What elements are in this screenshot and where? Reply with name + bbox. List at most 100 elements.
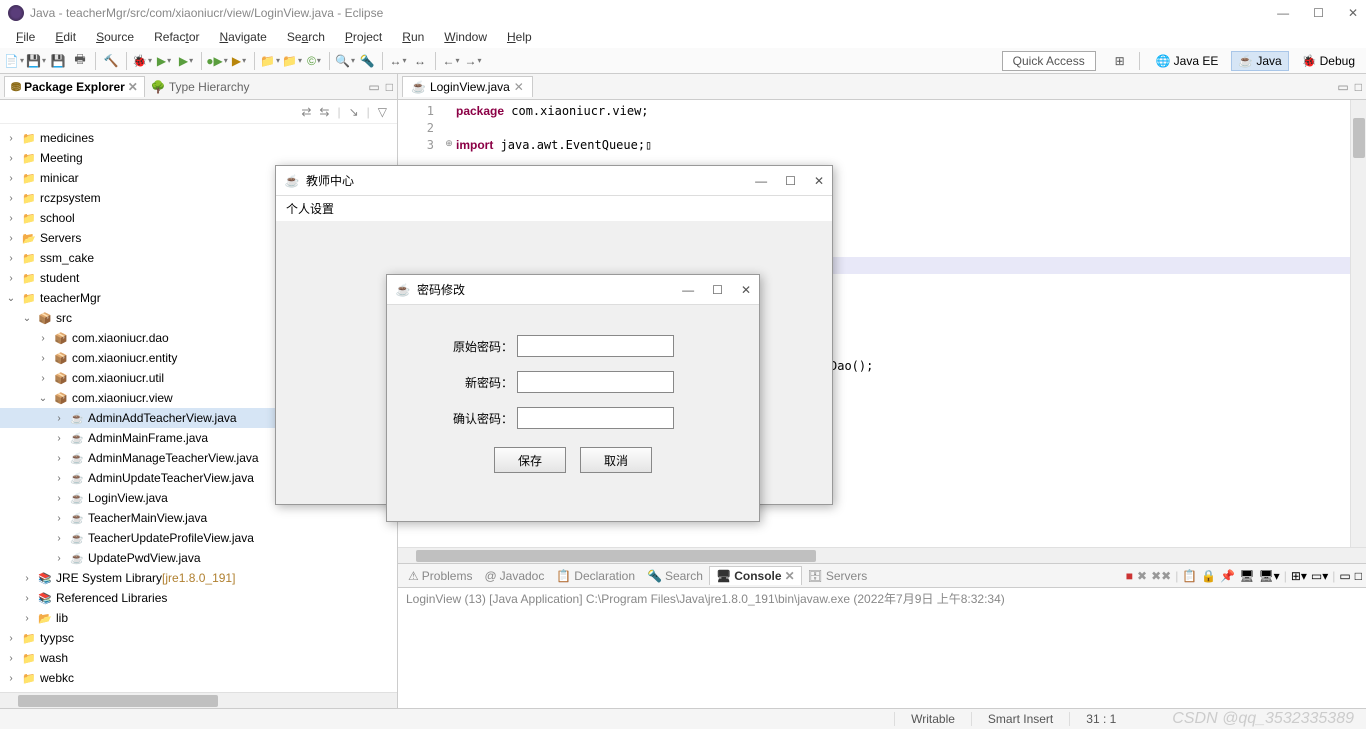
build-button[interactable]: 🔨 xyxy=(101,51,121,71)
persp-java[interactable]: ☕ Java xyxy=(1231,51,1288,71)
confirm-pwd-input[interactable] xyxy=(517,407,674,429)
persp-debug[interactable]: 🐞 Debug xyxy=(1295,51,1362,71)
tree-item[interactable]: ›📚Referenced Libraries xyxy=(0,588,397,608)
minimize-editor-icon[interactable]: ▭ xyxy=(1337,80,1348,94)
search-button[interactable]: 🔦 xyxy=(357,51,377,71)
tree-item[interactable]: ›☕UpdatePwdView.java xyxy=(0,548,397,568)
dlg2-close-icon[interactable]: ✕ xyxy=(741,283,751,297)
tab-declaration[interactable]: 📋 Declaration xyxy=(550,567,641,585)
dlg1-min-icon[interactable]: — xyxy=(755,174,767,188)
tab-search[interactable]: 🔦 Search xyxy=(641,567,709,585)
collapse-all-icon[interactable]: ⇄ xyxy=(301,105,311,119)
nav-button[interactable]: ↔ xyxy=(388,51,408,71)
new-class-button[interactable]: 📁 xyxy=(282,51,302,71)
menu-navigate[interactable]: Navigate xyxy=(211,28,274,46)
link-editor-icon[interactable]: ⇆ xyxy=(319,105,329,119)
scrollbar-v[interactable] xyxy=(1350,100,1366,547)
new-type-button[interactable]: © xyxy=(304,51,324,71)
open-console-icon[interactable]: 🖥▾ xyxy=(1258,569,1279,583)
close-tab-icon[interactable]: ✕ xyxy=(128,80,138,94)
menu-run[interactable]: Run xyxy=(394,28,432,46)
save-button[interactable]: 保存 xyxy=(494,447,566,473)
new-pkg-button[interactable]: 📁 xyxy=(260,51,280,71)
java-icon: ☕ xyxy=(284,173,300,189)
minimize-view-icon[interactable]: ▭ xyxy=(368,80,379,94)
print-button[interactable]: 🖶 xyxy=(70,51,90,71)
tab-console[interactable]: 🖥 Console ✕ xyxy=(709,566,802,585)
new-pwd-input[interactable] xyxy=(517,371,674,393)
save-all-button[interactable]: 💾 xyxy=(48,51,68,71)
remove-launch-icon[interactable]: ✖ xyxy=(1137,569,1147,583)
cancel-button[interactable]: 取消 xyxy=(580,447,652,473)
tab-package-explorer[interactable]: ⛃Package Explorer ✕ xyxy=(4,76,145,97)
tree-item[interactable]: ›📚JRE System Library [jre1.8.0_191] xyxy=(0,568,397,588)
minimize-icon[interactable]: — xyxy=(1277,6,1289,20)
menu-project[interactable]: Project xyxy=(337,28,390,46)
menu-window[interactable]: Window xyxy=(436,28,495,46)
open-type-button[interactable]: 🔍 xyxy=(335,51,355,71)
dlg2-max-icon[interactable]: ☐ xyxy=(712,283,723,297)
new-button[interactable]: 📄 xyxy=(4,51,24,71)
console-header: LoginView (13) [Java Application] C:\Pro… xyxy=(406,590,1358,607)
dlg2-min-icon[interactable]: — xyxy=(682,283,694,297)
menu-help[interactable]: Help xyxy=(499,28,540,46)
focus-icon[interactable]: ↘ xyxy=(349,105,359,119)
confirm-pwd-label: 确认密码： xyxy=(427,410,517,427)
view-menu-icon[interactable]: ▽ xyxy=(378,105,387,119)
editor-scrollbar-h[interactable] xyxy=(398,547,1366,563)
tree-item[interactable]: ›☕TeacherUpdateProfileView.java xyxy=(0,528,397,548)
persp-java-ee[interactable]: 🌐 Java EE xyxy=(1149,51,1226,71)
console-menu-icon[interactable]: ▭▾ xyxy=(1311,569,1328,583)
tree-item[interactable]: ›📁webkc xyxy=(0,668,397,688)
tree-item[interactable]: ›📂lib xyxy=(0,608,397,628)
tree-item[interactable]: ›📁wash xyxy=(0,648,397,668)
menu-file[interactable]: File xyxy=(8,28,43,46)
dlg1-max-icon[interactable]: ☐ xyxy=(785,174,796,188)
pin-console-icon[interactable]: 📌 xyxy=(1220,569,1235,583)
open-persp-button[interactable]: ⊞ xyxy=(1110,51,1130,71)
new-console-icon[interactable]: ⊞▾ xyxy=(1291,569,1307,583)
maximize-icon[interactable]: ☐ xyxy=(1313,6,1324,20)
remove-all-icon[interactable]: ✖✖ xyxy=(1151,569,1171,583)
console-body[interactable]: LoginView (13) [Java Application] C:\Pro… xyxy=(398,588,1366,708)
run-last-button[interactable]: ●▶ xyxy=(207,51,227,71)
tab-problems[interactable]: ⚠ Problems xyxy=(402,567,478,585)
old-pwd-input[interactable] xyxy=(517,335,674,357)
package-icon: ⛃ xyxy=(11,80,21,94)
debug-button[interactable]: 🐞 xyxy=(132,51,152,71)
maximize-view-icon[interactable]: □ xyxy=(386,80,393,94)
code-fragment: Dao(); xyxy=(830,359,873,373)
tab-type-hierarchy[interactable]: 🌳 Type Hierarchy xyxy=(145,77,256,97)
min-console-icon[interactable]: ▭ xyxy=(1339,569,1350,583)
scroll-lock-icon[interactable]: 🔒 xyxy=(1201,569,1216,583)
close-tab-icon[interactable]: ✕ xyxy=(514,80,524,94)
tree-item[interactable]: ›📁tyypsc xyxy=(0,628,397,648)
tab-javadoc[interactable]: @ Javadoc xyxy=(478,567,550,585)
scrollbar-h[interactable] xyxy=(0,692,397,708)
terminate-icon[interactable]: ■ xyxy=(1126,569,1133,583)
save-button[interactable]: 💾 xyxy=(26,51,46,71)
nav2-button[interactable]: ↔ xyxy=(410,51,430,71)
dlg1-menu[interactable]: 个人设置 xyxy=(276,196,832,221)
menubar: File Edit Source Refactor Navigate Searc… xyxy=(0,26,1366,48)
coverage-button[interactable]: ▶ xyxy=(176,51,196,71)
ext-tools-button[interactable]: ▶ xyxy=(229,51,249,71)
close-icon[interactable]: ✕ xyxy=(1348,6,1358,20)
menu-source[interactable]: Source xyxy=(88,28,142,46)
dlg1-close-icon[interactable]: ✕ xyxy=(814,174,824,188)
max-console-icon[interactable]: □ xyxy=(1355,569,1362,583)
menu-refactor[interactable]: Refactor xyxy=(146,28,207,46)
tree-item[interactable]: ›📁medicines xyxy=(0,128,397,148)
tab-servers[interactable]: 🗄 Servers xyxy=(802,567,874,585)
quick-access[interactable]: Quick Access xyxy=(1002,51,1096,71)
menu-edit[interactable]: Edit xyxy=(47,28,84,46)
editor-tab[interactable]: ☕LoginView.java ✕ xyxy=(402,76,533,97)
run-button[interactable]: ▶ xyxy=(154,51,174,71)
clear-console-icon[interactable]: 📋 xyxy=(1182,569,1197,583)
menu-search[interactable]: Search xyxy=(279,28,333,46)
fwd-button[interactable]: → xyxy=(463,51,483,71)
tree-item[interactable]: ›☕TeacherMainView.java xyxy=(0,508,397,528)
back-button[interactable]: ← xyxy=(441,51,461,71)
maximize-editor-icon[interactable]: □ xyxy=(1355,80,1362,94)
display-icon[interactable]: 🖥 xyxy=(1239,569,1254,583)
